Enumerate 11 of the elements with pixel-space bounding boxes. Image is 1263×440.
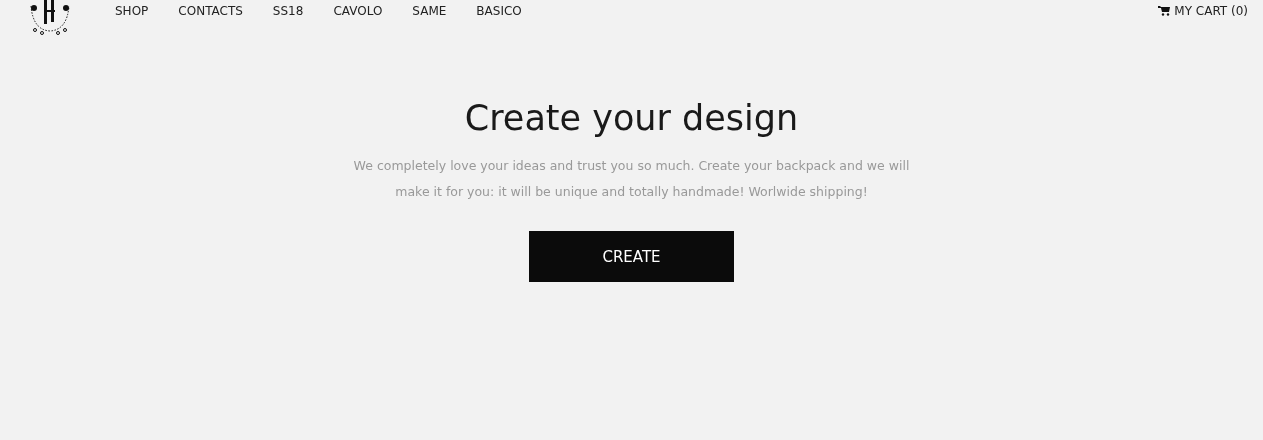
nav-link[interactable]: CAVOLO [333, 3, 383, 19]
page-heading: Create your design [464, 97, 799, 140]
intro-paragraph: We completely love your ideas and trust you so much. Create your backpack and we will make it for you: it will be unique and totally handmade! Worlwide shipping! [352, 157, 911, 201]
nav-link[interactable]: SS18 [272, 3, 304, 19]
nav-link[interactable]: SAME [412, 3, 447, 19]
nav-link[interactable]: SHOP [115, 3, 149, 19]
nav-link[interactable]: BASICO [476, 3, 522, 19]
cart-icon [1158, 6, 1171, 16]
nav-link[interactable]: CONTACTS [178, 3, 243, 19]
cart-link[interactable]: MY CART (0) [1158, 0, 1248, 19]
create-button[interactable]: CREATE [529, 231, 734, 282]
